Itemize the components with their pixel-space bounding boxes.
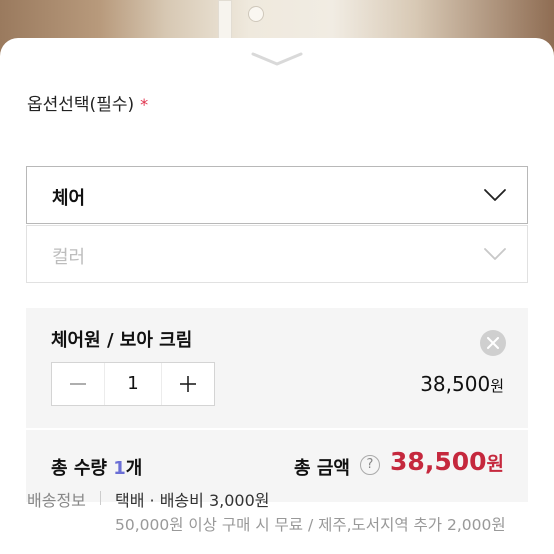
option-section-label: 옵션선택(필수) * xyxy=(27,90,148,115)
close-icon xyxy=(487,337,499,349)
sheet-handle[interactable] xyxy=(249,48,305,68)
total-amount-value: 38,500 xyxy=(390,447,487,476)
help-icon[interactable]: ? xyxy=(360,455,380,475)
select-placeholder: 컬러 xyxy=(52,247,86,268)
chevron-down-icon xyxy=(484,248,506,260)
total-qty-number: 1 xyxy=(113,458,126,479)
minus-icon xyxy=(70,383,86,385)
item-price-currency: 원 xyxy=(490,377,504,395)
shipping-note: 50,000원 이상 구매 시 무료 / 제주,도서지역 추가 2,000원 xyxy=(115,516,506,534)
option-select-color[interactable]: 컬러 xyxy=(26,225,528,283)
total-qty-suffix: 개 xyxy=(125,458,143,479)
chevron-down-icon xyxy=(484,189,506,201)
product-tag xyxy=(218,0,232,40)
increase-quantity-button[interactable] xyxy=(162,363,214,405)
selected-item-card: 체어원 / 보아 크림 1 38,500원 xyxy=(26,308,528,428)
option-bottom-sheet: 옵션선택(필수) * 체어 컬러 체어원 / 보아 크림 1 38,500원 총… xyxy=(0,38,554,554)
remove-item-button[interactable] xyxy=(480,330,506,356)
quantity-value[interactable]: 1 xyxy=(104,363,162,405)
plus-icon xyxy=(180,376,196,392)
divider xyxy=(100,491,101,505)
total-qty-prefix: 총 수량 xyxy=(51,458,114,479)
required-mark: * xyxy=(140,95,149,114)
shipping-method: 택배 · 배송비 3,000원 xyxy=(115,491,270,510)
item-price-value: 38,500 xyxy=(420,372,491,396)
chevron-down-icon xyxy=(251,52,303,66)
brand-logo xyxy=(248,6,264,22)
selected-item-name: 체어원 / 보아 크림 xyxy=(51,330,193,351)
total-amount-label: 총 금액 xyxy=(294,458,350,479)
quantity-stepper: 1 xyxy=(51,362,215,406)
shipping-info-label: 배송정보 xyxy=(27,491,86,510)
option-label-text: 옵션선택(필수) xyxy=(27,95,135,115)
total-amount-currency: 원 xyxy=(486,453,504,475)
select-value: 체어 xyxy=(52,188,86,209)
item-price: 38,500원 xyxy=(420,372,504,396)
option-select-chair[interactable]: 체어 xyxy=(26,166,528,224)
total-quantity: 총 수량 1개 xyxy=(51,454,142,480)
order-total-summary: 총 수량 1개 총 금액 ? 38,500원 xyxy=(26,430,528,502)
total-amount: 38,500원 xyxy=(390,447,504,476)
decrease-quantity-button[interactable] xyxy=(52,363,104,405)
